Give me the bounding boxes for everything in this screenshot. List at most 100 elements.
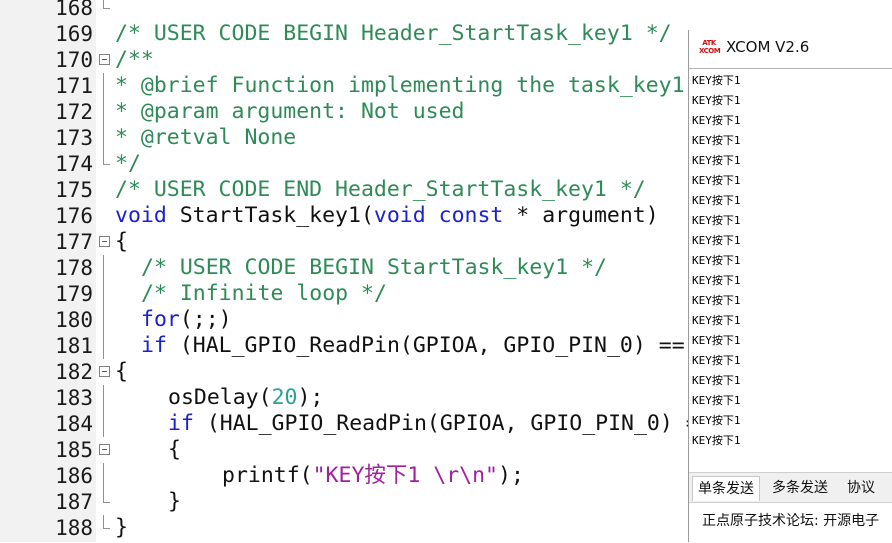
fold-guide xyxy=(97,99,111,125)
code-comment: */ xyxy=(115,151,141,176)
code-comment: /* USER CODE END Header_StartTask_key1 *… xyxy=(115,177,646,202)
tab-single-send[interactable]: 单条发送 xyxy=(692,476,760,501)
line-number: 182 xyxy=(55,360,93,384)
code-brace: { xyxy=(115,359,128,384)
received-line: KEY按下1 xyxy=(692,434,741,447)
code-line-168[interactable]: 168 xyxy=(0,0,892,21)
fold-toggle-icon[interactable] xyxy=(97,47,111,73)
line-number: 184 xyxy=(55,412,93,436)
code-text: ); xyxy=(498,463,524,488)
received-line: KEY按下1 xyxy=(692,334,741,347)
code-comment: * @param argument: Not used xyxy=(115,99,465,124)
received-line: KEY按下1 xyxy=(692,234,741,247)
fold-guide xyxy=(97,125,111,151)
keyword: void xyxy=(115,203,167,228)
line-number: 187 xyxy=(55,490,93,514)
line-number: 183 xyxy=(55,386,93,410)
received-line: KEY按下1 xyxy=(692,94,741,107)
line-number: 175 xyxy=(55,178,93,202)
fold-end-guide xyxy=(97,151,111,177)
fold-toggle-icon[interactable] xyxy=(97,229,111,255)
keyword: if xyxy=(141,333,167,358)
xcom-logo-icon: ATK XCOM xyxy=(699,39,721,57)
received-line: KEY按下1 xyxy=(692,174,741,187)
code-text: (;;) xyxy=(179,307,232,332)
fold-guide xyxy=(97,307,111,333)
xcom-window[interactable]: ATK XCOM XCOM V2.6 KEY按下1 KEY按下1 KEY按下1 KEY… xyxy=(688,30,892,543)
fold-end-guide xyxy=(97,489,111,515)
received-line: KEY按下1 xyxy=(692,394,741,407)
received-line: KEY按下1 xyxy=(692,134,741,147)
keyword: for xyxy=(141,307,180,332)
send-tabs: 单条发送 多条发送 协议传 xyxy=(689,472,892,520)
received-line: KEY按下1 xyxy=(692,354,741,367)
fold-guide xyxy=(97,463,111,489)
received-line: KEY按下1 xyxy=(692,214,741,227)
code-brace: } xyxy=(168,489,181,514)
fold-guide xyxy=(97,411,111,437)
number-literal: 20 xyxy=(271,385,298,410)
received-line: KEY按下1 xyxy=(692,314,741,327)
line-number: 170 xyxy=(55,48,93,72)
code-comment: /* USER CODE BEGIN Header_StartTask_key1… xyxy=(115,21,672,46)
code-text: printf("KEY按下1 \r\n"); xyxy=(222,463,524,489)
tab-protocol-send[interactable]: 协议传 xyxy=(842,476,892,520)
code-text: StartTask_key1( xyxy=(166,203,374,228)
forum-link[interactable]: 正点原子技术论坛: 开源电子 xyxy=(702,510,879,530)
string-literal: "KEY按下1 \r\n" xyxy=(312,463,498,488)
code-text: if (HAL_GPIO_ReadPin(GPIOA, GPIO_PIN_0) … xyxy=(168,411,751,437)
fold-guide xyxy=(97,385,111,411)
keyword: if xyxy=(168,411,194,436)
received-line: KEY按下1 xyxy=(692,114,741,127)
window-title: XCOM V2.6 xyxy=(726,38,810,56)
fold-guide xyxy=(97,255,111,281)
received-line: KEY按下1 xyxy=(692,254,741,267)
fold-guide xyxy=(97,73,111,99)
received-line: KEY按下1 xyxy=(692,274,741,287)
keyword: const xyxy=(438,203,504,228)
line-number: 180 xyxy=(55,308,93,332)
logo-text-bottom: XCOM xyxy=(699,47,721,55)
code-text: void StartTask_key1(void const * argumen… xyxy=(115,203,659,229)
line-number: 177 xyxy=(55,230,93,254)
xcom-footer: 正点原子技术论坛: 开源电子 xyxy=(689,502,892,543)
code-text: for(;;) xyxy=(141,307,232,333)
line-number: 168 xyxy=(55,0,93,20)
fold-toggle-icon[interactable] xyxy=(97,359,111,385)
line-number: 174 xyxy=(55,152,93,176)
received-line: KEY按下1 xyxy=(692,154,741,167)
code-comment: /* Infinite loop */ xyxy=(141,281,387,306)
line-number: 171 xyxy=(55,74,93,98)
received-line: KEY按下1 xyxy=(692,294,741,307)
received-line: KEY按下1 xyxy=(692,414,741,427)
fold-guide xyxy=(97,0,111,21)
line-number: 186 xyxy=(55,464,93,488)
code-text: ); xyxy=(297,385,324,410)
receive-area[interactable]: KEY按下1 KEY按下1 KEY按下1 KEY按下1 KEY按下1 KEY按下1 KEY按… xyxy=(689,68,892,473)
code-comment: * @retval None xyxy=(115,125,297,150)
code-text: osDelay( xyxy=(168,385,272,410)
logo-text-top: ATK xyxy=(702,39,716,47)
code-text: printf( xyxy=(222,463,313,488)
line-number: 173 xyxy=(55,126,93,150)
code-text: (HAL_GPIO_ReadPin(GPIOA, GPIO_PIN_0) == … xyxy=(166,333,724,358)
code-text: osDelay(20); xyxy=(168,385,323,411)
keyword: void xyxy=(373,203,426,228)
received-line: KEY按下1 xyxy=(692,374,741,387)
fold-toggle-icon[interactable] xyxy=(97,437,111,463)
code-comment: /* USER CODE BEGIN StartTask_key1 */ xyxy=(141,255,607,280)
code-text: if (HAL_GPIO_ReadPin(GPIOA, GPIO_PIN_0) … xyxy=(141,333,724,359)
line-number: 179 xyxy=(55,282,93,306)
xcom-titlebar[interactable]: ATK XCOM XCOM V2.6 xyxy=(689,30,892,66)
code-comment: /** xyxy=(115,47,154,72)
code-text: * argument) xyxy=(503,203,659,228)
line-number: 172 xyxy=(55,100,93,124)
code-brace: } xyxy=(115,515,128,540)
line-number: 169 xyxy=(55,22,93,46)
line-number: 185 xyxy=(55,438,93,462)
received-line: KEY按下1 xyxy=(692,194,741,207)
tab-multi-send[interactable]: 多条发送 xyxy=(767,476,833,500)
line-number: 178 xyxy=(55,256,93,280)
line-number: 181 xyxy=(55,334,93,358)
